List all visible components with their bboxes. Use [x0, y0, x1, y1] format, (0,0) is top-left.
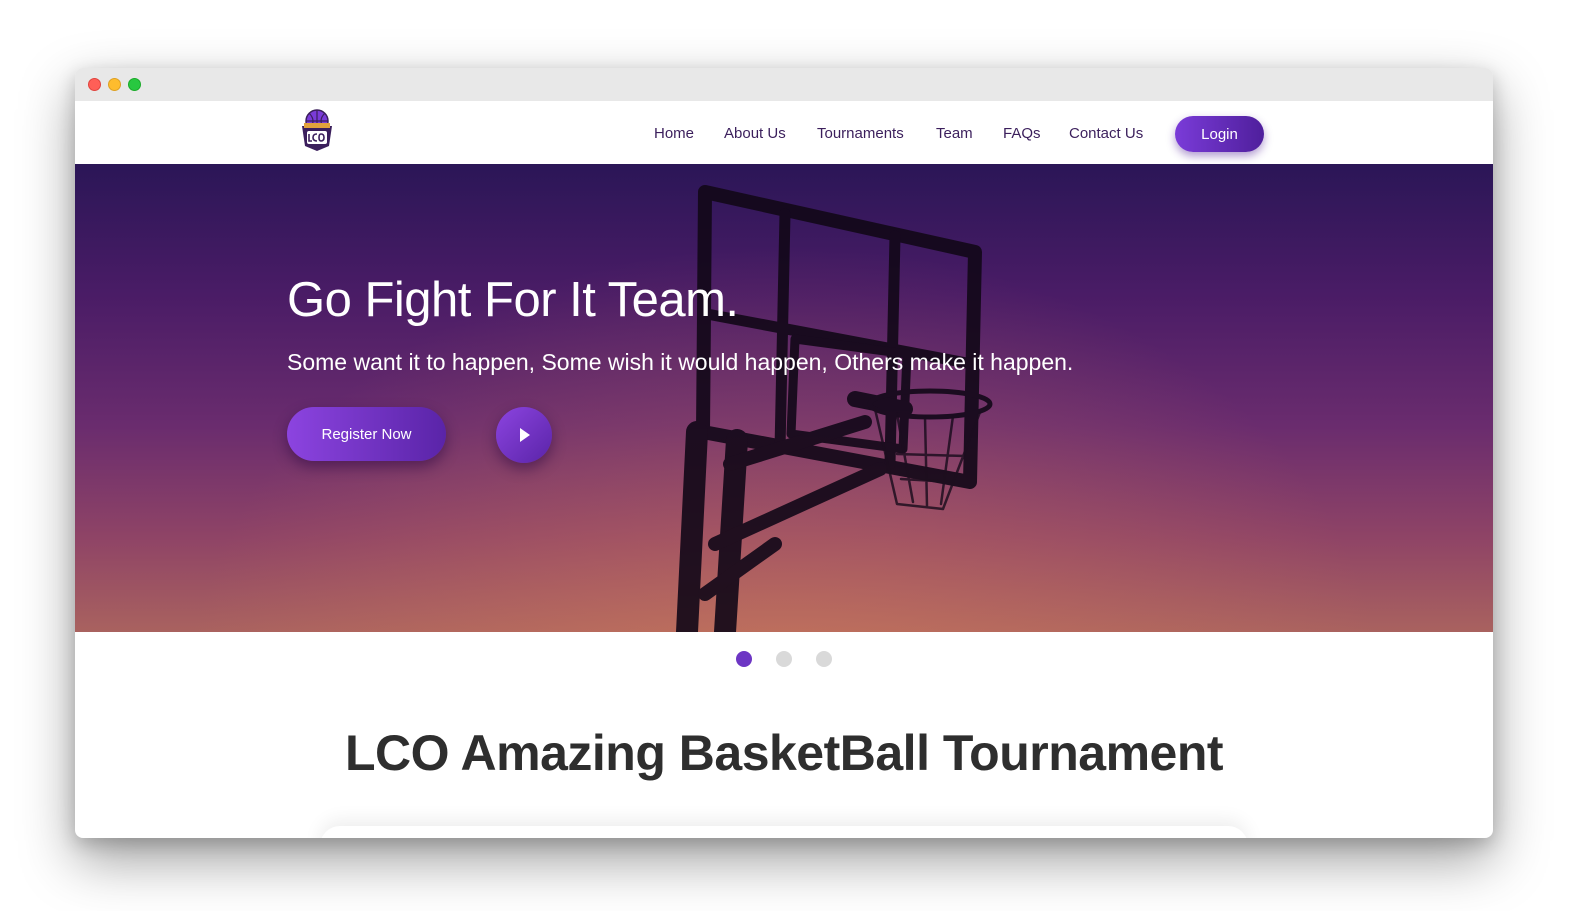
play-video-button[interactable] — [496, 407, 552, 463]
browser-window: Home About Us Tournaments Team FAQs Cont… — [75, 68, 1493, 838]
nav-link-about-us[interactable]: About Us — [724, 125, 786, 143]
lco-logo-icon[interactable] — [299, 108, 335, 152]
play-icon — [520, 428, 530, 442]
carousel-indicators — [75, 632, 1493, 682]
login-button[interactable]: Login — [1175, 116, 1264, 152]
close-window-button[interactable] — [88, 78, 101, 91]
maximize-window-button[interactable] — [128, 78, 141, 91]
hero-banner: Go Fight For It Team. Some want it to ha… — [75, 164, 1493, 632]
nav-link-tournaments[interactable]: Tournaments — [817, 125, 904, 143]
content-card-edge — [320, 826, 1248, 838]
register-now-button[interactable]: Register Now — [287, 407, 446, 461]
site-navbar: Home About Us Tournaments Team FAQs Cont… — [75, 101, 1493, 164]
carousel-dot-1[interactable] — [736, 651, 752, 667]
nav-link-contact-us[interactable]: Contact Us — [1069, 125, 1143, 143]
hero-title: Go Fight For It Team. — [287, 273, 739, 327]
minimize-window-button[interactable] — [108, 78, 121, 91]
window-titlebar — [75, 68, 1493, 101]
nav-link-faqs[interactable]: FAQs — [1003, 125, 1041, 143]
basketball-hoop-silhouette — [676, 185, 993, 632]
section-title: LCO Amazing BasketBall Tournament — [344, 725, 1224, 781]
nav-link-team[interactable]: Team — [936, 125, 973, 143]
nav-link-home[interactable]: Home — [654, 125, 694, 143]
carousel-dot-2[interactable] — [776, 651, 792, 667]
carousel-dot-3[interactable] — [816, 651, 832, 667]
hero-subtitle: Some want it to happen, Some wish it wou… — [287, 349, 1074, 375]
